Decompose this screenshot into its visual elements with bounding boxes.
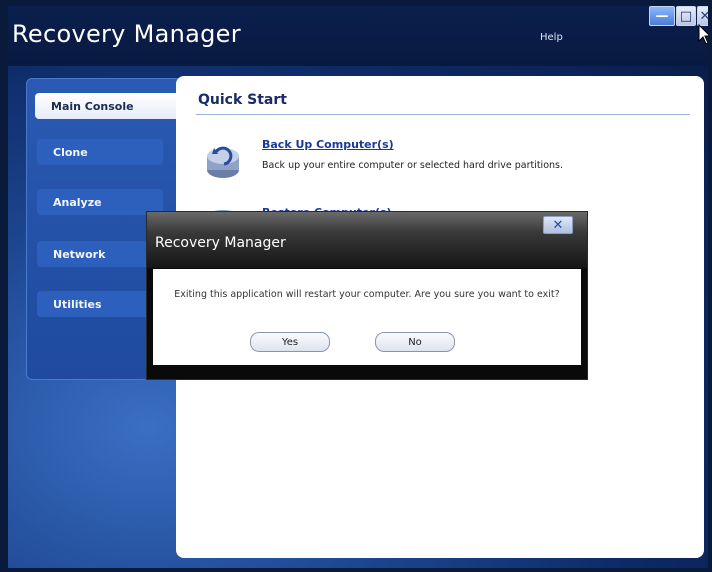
mouse-cursor-icon [698,24,708,45]
sidebar-item-label: Main Console [51,99,134,113]
exit-confirmation-dialog: Recovery Manager ✕ Exiting this applicat… [146,211,588,380]
minimize-button[interactable]: — [649,6,675,26]
back-up-computers-link[interactable]: Back Up Computer(s) [262,138,394,151]
close-window-button[interactable]: ✕ [697,6,708,26]
dialog-title: Recovery Manager [155,235,286,251]
sidebar-item-clone[interactable]: Clone [37,139,163,165]
sidebar-item-label: Utilities [53,297,102,311]
maximize-button[interactable]: □ [676,6,696,26]
dialog-message: Exiting this application will restart yo… [174,289,560,300]
app-title: Recovery Manager [12,20,241,48]
back-up-description: Back up your entire computer or selected… [262,160,564,171]
sidebar-item-main-console[interactable]: Main Console [35,93,181,119]
dialog-title-bar: Recovery Manager ✕ [147,212,587,268]
sidebar-item-label: Analyze [53,195,102,209]
no-button[interactable]: No [375,332,455,352]
help-link[interactable]: Help [540,32,563,43]
section-title: Quick Start [198,92,287,108]
app-title-bar: Recovery Manager Help — □ ✕ [8,6,708,66]
yes-button[interactable]: Yes [250,332,330,352]
sidebar-item-utilities[interactable]: Utilities [37,291,163,317]
dialog-close-button[interactable]: ✕ [543,216,573,234]
sidebar-item-label: Clone [53,145,88,159]
sidebar-item-analyze[interactable]: Analyze [37,189,163,215]
dialog-body: Exiting this application will restart yo… [153,269,581,365]
sidebar-item-network[interactable]: Network [37,241,163,267]
desktop-screen: Recovery Manager Help — □ ✕ Main Console… [8,6,708,568]
backup-icon[interactable] [202,140,244,182]
section-divider [196,114,690,115]
sidebar-item-label: Network [53,247,106,261]
